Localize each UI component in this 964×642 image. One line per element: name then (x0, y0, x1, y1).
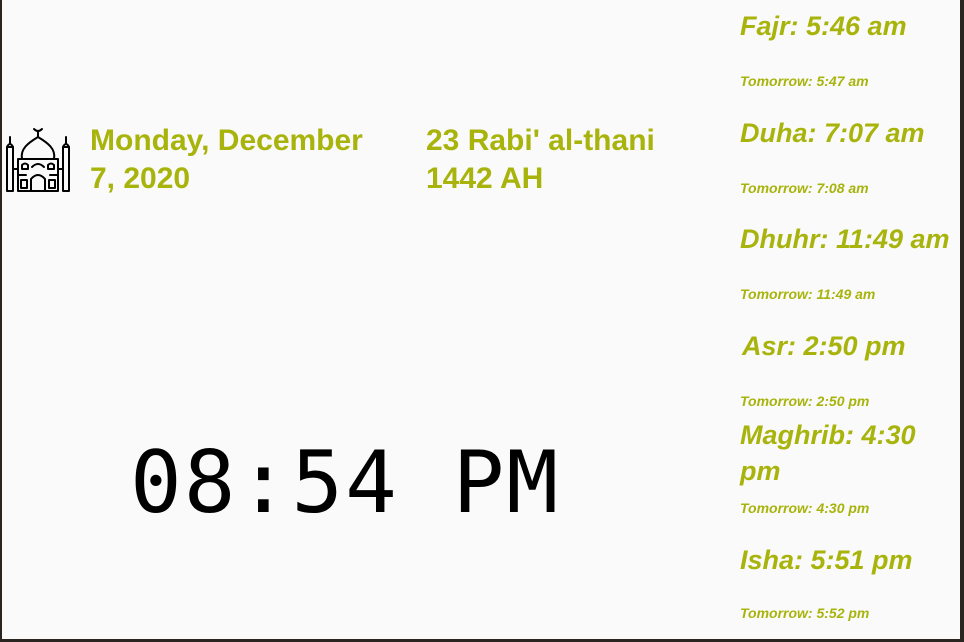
prayer-time: Isha: 5:51 pm (740, 545, 913, 575)
prayer-tomorrow-time: Tomorrow: 7:08 am (740, 180, 869, 196)
prayer-time: Dhuhr: 11:49 am (740, 224, 950, 254)
mosque-icon (6, 128, 70, 192)
prayer-time: Fajr: 5:46 am (740, 11, 907, 41)
prayer-tomorrow-time: Tomorrow: 11:49 am (740, 286, 876, 302)
prayer-times-screen: Monday, December 7, 2020 23 Rabi' al-tha… (2, 0, 960, 639)
prayer-fajr: Fajr: 5:46 am Tomorrow: 5:47 am (740, 8, 960, 89)
prayer-tomorrow-time: Tomorrow: 5:47 am (740, 73, 869, 89)
prayer-tomorrow-time: Tomorrow: 2:50 pm (740, 393, 870, 409)
hijri-date: 23 Rabi' al-thani 1442 AH (426, 124, 655, 195)
gregorian-date: Monday, December 7, 2020 (90, 124, 363, 195)
digital-clock: 08:54 PM (130, 433, 561, 533)
prayer-tomorrow-time: Tomorrow: 5:52 pm (740, 605, 870, 621)
prayer-duha: Duha: 7:07 am Tomorrow: 7:08 am (740, 115, 960, 196)
prayer-tomorrow-time: Tomorrow: 4:30 pm (740, 500, 870, 516)
prayer-dhuhr: Dhuhr: 11:49 am Tomorrow: 11:49 am (740, 221, 960, 302)
prayer-maghrib: Maghrib: 4:30 pm Tomorrow: 4:30 pm (740, 417, 960, 516)
prayer-time: Asr: 2:50 pm (742, 331, 906, 361)
prayer-isha: Isha: 5:51 pm Tomorrow: 5:52 pm (740, 542, 960, 621)
prayer-time: Maghrib: 4:30 pm (740, 420, 916, 486)
prayer-times-list: Fajr: 5:46 am Tomorrow: 5:47 am Duha: 7:… (740, 0, 960, 639)
prayer-asr: Asr: 2:50 pm Tomorrow: 2:50 pm (740, 328, 960, 409)
prayer-time: Duha: 7:07 am (740, 118, 925, 148)
